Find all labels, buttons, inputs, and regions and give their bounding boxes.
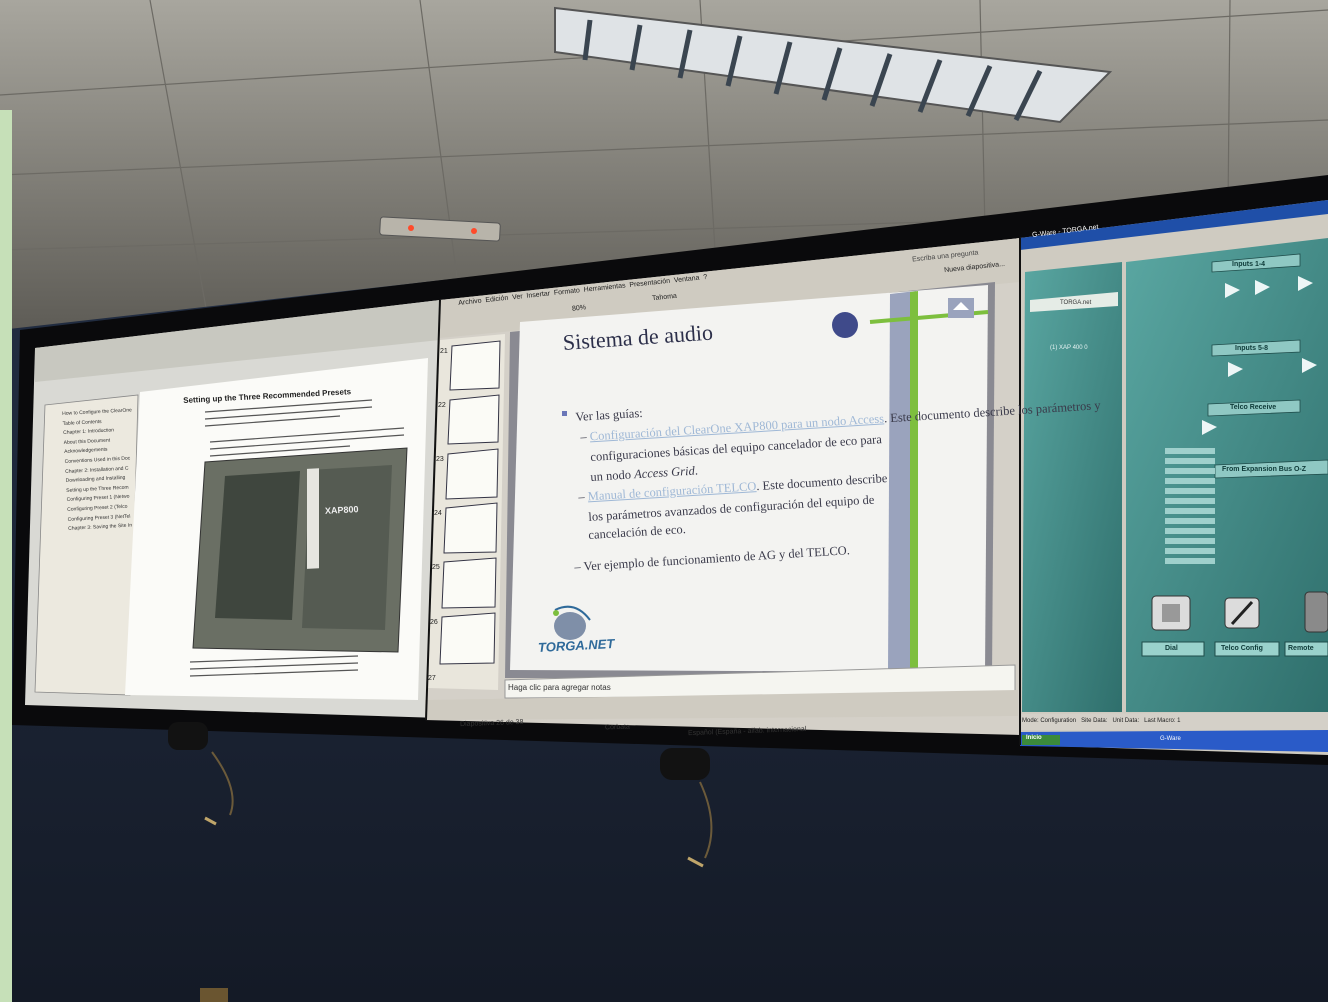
thumb-number: 23	[436, 456, 444, 463]
zoom-select[interactable]: 80%	[572, 304, 587, 312]
gware-telco-config-button[interactable]: Telco Config	[1221, 645, 1263, 652]
telco-config-icon	[1224, 597, 1260, 629]
start-button[interactable]: Inicio	[1026, 735, 1042, 741]
gware-status-bar: Mode: Configuration Site Data: Unit Data…	[1022, 718, 1181, 724]
gware-remote-button[interactable]: Remote	[1288, 645, 1314, 652]
gware-device[interactable]: (1) XAP 400 0	[1050, 345, 1088, 351]
slide-circle-decoration	[832, 312, 858, 338]
menu-ver[interactable]: Ver	[512, 293, 523, 301]
thumb-number: 21	[440, 348, 448, 355]
pdf-bookmarks: How to Configure the ClearOne Table of C…	[62, 406, 138, 534]
gware-dial-button[interactable]: Dial	[1165, 645, 1178, 652]
thumb-number: 25	[432, 564, 440, 571]
thumb-number: 27	[428, 675, 436, 682]
remote-icon	[1304, 591, 1328, 633]
home-icon	[948, 298, 974, 318]
gware-window	[1020, 200, 1328, 755]
gware-block-inputs-5-8[interactable]: Inputs 5-8	[1235, 345, 1268, 352]
menu-help[interactable]: ?	[703, 274, 708, 281]
thumb-number: 22	[438, 402, 446, 409]
gware-block-expansion-bus[interactable]: From Expansion Bus O-Z	[1222, 466, 1306, 473]
gware-tree-root[interactable]: TORGA.net	[1060, 300, 1091, 306]
left-door-edge	[0, 110, 12, 1002]
dial-phone-icon	[1151, 595, 1191, 631]
notes-placeholder[interactable]: Haga clic para agregar notas	[508, 683, 611, 692]
photo-scene	[0, 0, 1328, 1002]
wall-outlet	[200, 988, 228, 1002]
bullet-marker	[562, 411, 567, 416]
gware-block-inputs-1-4[interactable]: Inputs 1-4	[1232, 261, 1265, 268]
thumb-number: 26	[430, 619, 438, 626]
thumb-number: 24	[434, 510, 442, 517]
gware-block-telco-receive[interactable]: Telco Receive	[1230, 404, 1276, 411]
pdf-product-label: XAP800	[324, 504, 359, 516]
taskbar-gware[interactable]: G-Ware	[1160, 736, 1181, 742]
ppt-status-design: Corbata	[604, 723, 631, 732]
